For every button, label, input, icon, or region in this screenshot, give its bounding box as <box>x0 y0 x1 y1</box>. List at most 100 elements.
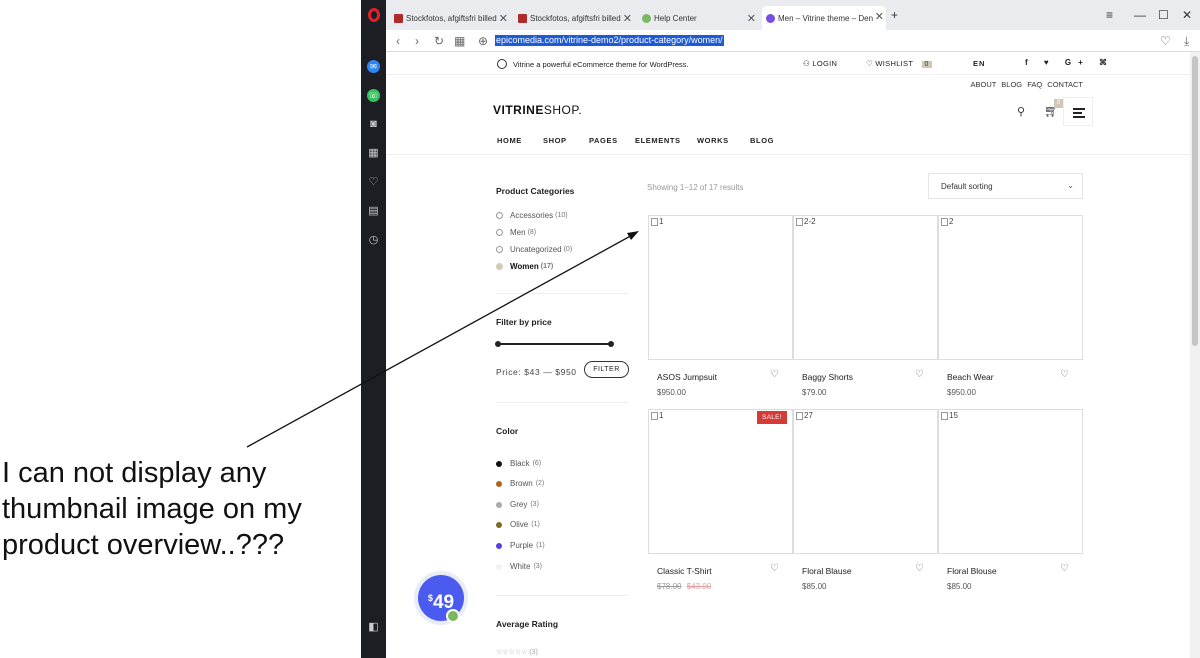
category-men[interactable]: Men (8) <box>496 228 536 237</box>
product-card[interactable]: 15 Floral Blouse $85.00 ♡ <box>938 409 1083 591</box>
nav-shop[interactable]: SHOP <box>543 136 589 145</box>
tab-1[interactable]: Stockfotos, afgiftsfri billed ✕ <box>390 8 510 28</box>
nav-pages[interactable]: PAGES <box>589 136 635 145</box>
product-card[interactable]: 2 Beach Wear $950.00 ♡ <box>938 215 1083 397</box>
top-links[interactable]: ABOUT BLOG FAQ CONTACT <box>971 80 1084 89</box>
url-field[interactable]: epicomedia.com/vitrine-demo2/product-cat… <box>495 35 724 46</box>
news-icon[interactable]: ▤ <box>367 205 380 218</box>
wishlist-count-badge: 0 <box>921 61 932 68</box>
tab-2[interactable]: Stockfotos, afgiftsfri billed ✕ <box>514 8 634 28</box>
product-thumbnail-broken[interactable]: 1 SALE! <box>648 409 793 554</box>
widget-divider <box>496 595 628 596</box>
product-thumbnail-broken[interactable]: 15 <box>938 409 1083 554</box>
new-tab-icon[interactable]: + <box>891 8 898 22</box>
close-icon[interactable]: ✕ <box>875 10 884 23</box>
history-icon[interactable]: ◷ <box>367 234 380 247</box>
search-icon[interactable]: ⚲ <box>1017 105 1025 118</box>
messenger-icon[interactable]: ✉ <box>367 60 380 73</box>
product-card[interactable]: 27 Floral Blause $85.00 ♡ <box>793 409 938 591</box>
product-name[interactable]: ASOS Jumpsuit <box>657 372 717 382</box>
sort-select[interactable]: Default sorting ⌄ <box>928 173 1083 199</box>
color-black[interactable]: Black (6) <box>496 459 541 468</box>
sort-value: Default sorting <box>941 182 993 191</box>
opera-logo-icon[interactable] <box>368 8 380 22</box>
forward-icon[interactable]: › <box>415 34 419 48</box>
hamburger-menu-button[interactable] <box>1063 97 1093 126</box>
nav-works[interactable]: WORKS <box>697 136 750 145</box>
category-women[interactable]: Women (17) <box>496 262 553 271</box>
color-brown[interactable]: Brown (2) <box>496 479 544 488</box>
close-icon[interactable]: ✕ <box>623 12 632 25</box>
apps-icon[interactable]: ▦ <box>367 147 380 160</box>
wishlist-heart-icon[interactable]: ♡ <box>915 563 924 574</box>
download-icon[interactable]: ⤓ <box>1184 34 1189 49</box>
site-logo[interactable]: VITRINESHOP. <box>493 103 582 117</box>
color-white[interactable]: White (3) <box>496 562 542 571</box>
color-filter-title: Color <box>496 426 519 436</box>
product-name[interactable]: Floral Blause <box>802 566 852 576</box>
product-card[interactable]: 2-2 Baggy Shorts $79.00 ♡ <box>793 215 938 397</box>
tab-3[interactable]: Help Center ✕ <box>638 8 758 28</box>
tab-4-active[interactable]: Men – Vitrine theme – Den ✕ <box>762 6 886 30</box>
filter-button[interactable]: FILTER <box>584 361 629 378</box>
scrollbar-thumb[interactable] <box>1192 56 1198 346</box>
product-price: $78.00 $43.00 <box>657 582 711 591</box>
nav-home[interactable]: HOME <box>497 136 543 145</box>
category-label: Men <box>510 228 526 237</box>
alt-text: 15 <box>949 411 958 420</box>
whatsapp-icon[interactable]: ☏ <box>367 89 380 102</box>
close-icon[interactable]: ✕ <box>499 12 508 25</box>
back-icon[interactable]: ‹ <box>396 34 400 48</box>
color-purple[interactable]: Purple (1) <box>496 541 545 550</box>
color-olive[interactable]: Olive (1) <box>496 520 540 529</box>
alt-text: 27 <box>804 411 813 420</box>
heart-icon: ♡ <box>866 59 876 68</box>
rating-teaser[interactable]: ☆☆☆☆☆ (3) <box>496 648 538 656</box>
reload-icon[interactable]: ↻ <box>434 34 444 48</box>
product-thumbnail-broken[interactable]: 2-2 <box>793 215 938 360</box>
product-name[interactable]: Classic T-Shirt <box>657 566 712 576</box>
price-promo-badge[interactable]: $49 <box>414 571 468 625</box>
alt-text: 2-2 <box>804 217 816 226</box>
product-thumbnail-broken[interactable]: 27 <box>793 409 938 554</box>
category-accessories[interactable]: Accessories (10) <box>496 211 568 220</box>
nav-blog[interactable]: BLOG <box>750 136 790 145</box>
broken-image-icon <box>651 411 658 420</box>
product-card[interactable]: 1 ASOS Jumpsuit $950.00 ♡ <box>648 215 793 397</box>
color-label: Purple <box>510 541 534 550</box>
sidebar-toggle-icon[interactable]: ◧ <box>367 621 380 634</box>
product-thumbnail-broken[interactable]: 2 <box>938 215 1083 360</box>
color-label: Olive <box>510 520 529 529</box>
speed-dial-icon[interactable]: ▦ <box>454 34 465 48</box>
price-slider[interactable] <box>495 341 614 346</box>
bookmark-heart-icon[interactable]: ♡ <box>1160 34 1171 48</box>
page-scrollbar[interactable] <box>1190 52 1200 658</box>
maximize-icon[interactable]: ☐ <box>1158 8 1169 22</box>
top-bar: Vitrine a powerful eCommerce theme for W… <box>386 52 1190 75</box>
wishlist-heart-icon[interactable]: ♡ <box>915 369 924 380</box>
color-grey[interactable]: Grey (3) <box>496 500 539 509</box>
minimize-icon[interactable]: — <box>1134 8 1146 22</box>
camera-icon[interactable]: ◙ <box>367 118 380 131</box>
category-uncategorized[interactable]: Uncategorized (0) <box>496 245 572 254</box>
language-switcher[interactable]: EN <box>973 59 985 68</box>
color-swatch <box>496 521 502 528</box>
wishlist-heart-icon[interactable]: ♡ <box>1060 369 1069 380</box>
product-card[interactable]: 1 SALE! Classic T-Shirt $78.00 $43.00 ♡ <box>648 409 793 591</box>
wishlist-heart-icon[interactable]: ♡ <box>770 563 779 574</box>
tab-menu-icon[interactable]: ≡ <box>1106 8 1113 22</box>
product-name[interactable]: Baggy Shorts <box>802 372 853 382</box>
close-icon[interactable]: ✕ <box>747 12 756 25</box>
heart-icon[interactable]: ♡ <box>367 176 380 189</box>
nav-elements[interactable]: ELEMENTS <box>635 136 697 145</box>
wishlist-heart-icon[interactable]: ♡ <box>1060 563 1069 574</box>
wishlist-link[interactable]: ♡ WISHLIST 0 <box>866 59 932 68</box>
product-thumbnail-broken[interactable]: 1 <box>648 215 793 360</box>
product-name[interactable]: Floral Blouse <box>947 566 997 576</box>
login-link[interactable]: ⚇ LOGIN <box>803 59 837 68</box>
window-close-icon[interactable]: ✕ <box>1182 8 1192 22</box>
social-icons[interactable]: f ♥ G+ ⌘ <box>1025 58 1114 67</box>
color-count: (3) <box>530 501 539 508</box>
product-name[interactable]: Beach Wear <box>947 372 994 382</box>
wishlist-heart-icon[interactable]: ♡ <box>770 369 779 380</box>
